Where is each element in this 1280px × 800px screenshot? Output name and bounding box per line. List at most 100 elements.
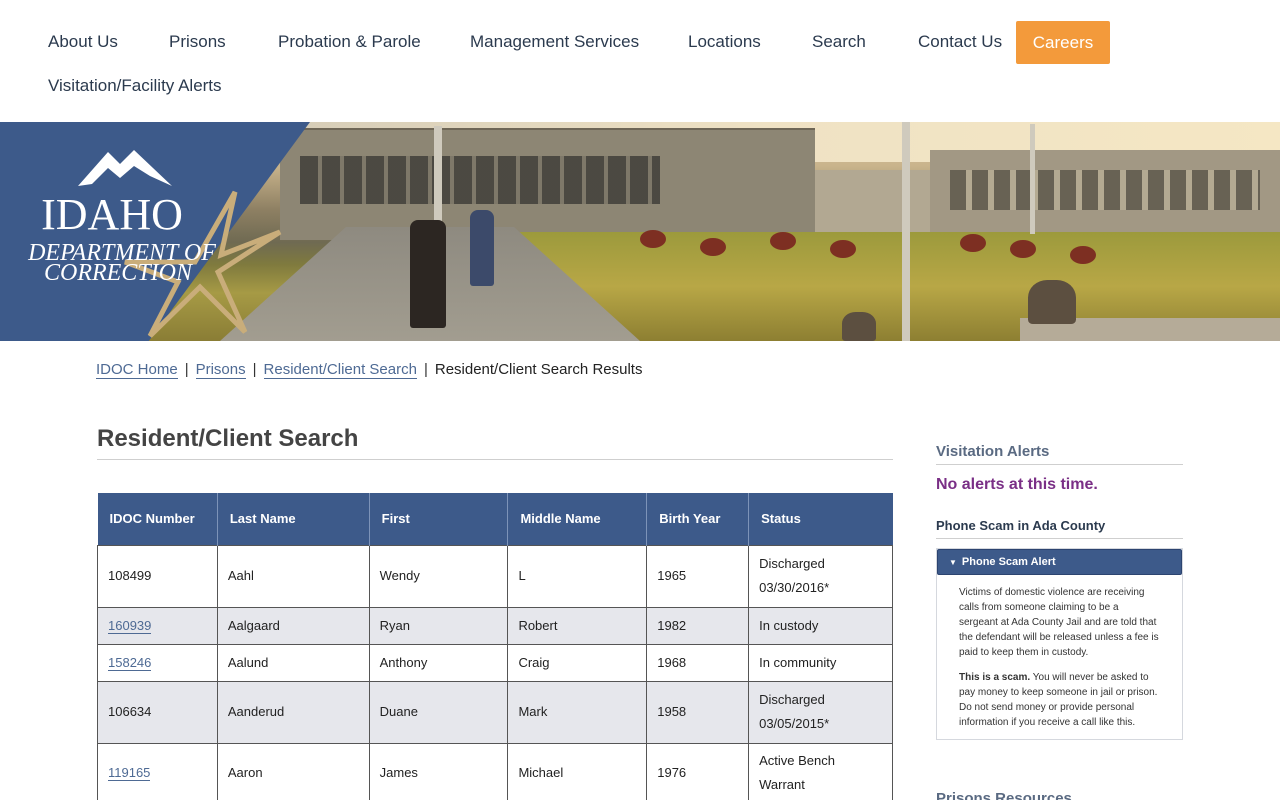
cell-last-name: Aahl	[216, 544, 370, 608]
banner-building-middle	[815, 170, 930, 232]
breadcrumb-search[interactable]: Resident/Client Search	[263, 361, 417, 379]
banner-shrub	[1010, 240, 1036, 258]
cell-last-name: Aanderud	[216, 680, 370, 744]
cell-idoc: 108499	[97, 544, 218, 608]
column-header-birth-year[interactable]: Birth Year	[646, 493, 750, 545]
banner-person	[410, 220, 446, 328]
cell-first-name: Wendy	[368, 544, 509, 608]
cell-first-name: James	[368, 742, 509, 800]
nav-locations[interactable]: Locations	[688, 32, 761, 52]
column-header-middle-name[interactable]: Middle Name	[507, 493, 648, 545]
table-row: 108499 Aahl Wendy L 1965 Discharged 03/30…	[97, 544, 893, 608]
banner-person	[470, 210, 494, 286]
idoc-link[interactable]: 160939	[108, 617, 152, 634]
table-row: 158246 Aalund Anthony Craig 1968 In comm…	[97, 643, 893, 682]
phone-scam-heading: Phone Scam in Ada County	[936, 518, 1183, 539]
careers-button[interactable]: Careers	[1016, 21, 1110, 64]
breadcrumb-separator: |	[184, 361, 189, 378]
banner-shrub	[830, 240, 856, 258]
prisons-resources-heading: Prisons Resources	[936, 790, 1072, 800]
cell-middle-name: Mark	[507, 680, 648, 744]
column-header-first[interactable]: First	[369, 493, 509, 545]
banner-shrub	[640, 230, 666, 248]
table-row: 106634 Aanderud Duane Mark 1958 Discharg…	[97, 680, 893, 744]
phone-scam-content: Victims of domestic violence are receivi…	[937, 575, 1182, 730]
breadcrumb-separator: |	[423, 361, 428, 378]
page-title: Resident/Client Search	[97, 425, 893, 460]
nav-search[interactable]: Search	[812, 32, 866, 52]
visitation-alerts-heading: Visitation Alerts	[936, 443, 1183, 465]
idoc-link[interactable]: 119165	[108, 765, 151, 781]
cell-middle-name: L	[507, 544, 648, 608]
mountain-icon	[78, 150, 172, 186]
column-header-last-name[interactable]: Last Name	[217, 493, 370, 545]
status-line: Active Bench	[759, 753, 835, 768]
breadcrumb-prisons[interactable]: Prisons	[195, 361, 246, 379]
no-alerts-message: No alerts at this time.	[936, 476, 1098, 493]
status-line: 03/05/2015*	[759, 716, 830, 731]
status-line: Discharged	[759, 692, 825, 707]
idoc-link[interactable]: 158246	[108, 654, 152, 671]
cell-status: In custody	[748, 606, 893, 645]
banner-light-pole	[902, 122, 910, 341]
table-row: 160939 Aalgaard Ryan Robert 1982 In cust…	[97, 606, 893, 645]
table-header-row: IDOC Number Last Name First Middle Name …	[97, 493, 893, 545]
banner-shrub	[1070, 246, 1096, 264]
phone-scam-toggle-label: Phone Scam Alert	[961, 556, 1056, 568]
scam-warning-bold: This is a scam.	[959, 672, 1031, 683]
cell-first-name: Anthony	[368, 643, 509, 682]
cell-birth-year: 1958	[646, 680, 750, 744]
status-line: 03/30/2016*	[759, 580, 830, 595]
cell-middle-name: Michael	[507, 742, 648, 800]
idoc-logo: IDAHO DEPARTMENT OF CORRECTION	[27, 150, 282, 338]
cell-idoc: 106634	[97, 680, 218, 744]
banner-rock	[1028, 280, 1076, 324]
breadcrumb-current: Resident/Client Search Results	[434, 361, 643, 378]
banner-shrub	[700, 238, 726, 256]
nav-visitation-alerts[interactable]: Visitation/Facility Alerts	[48, 76, 222, 96]
cell-idoc: 160939	[97, 606, 218, 645]
cell-status: Discharged 03/05/2015*	[748, 680, 893, 744]
nav-probation-parole[interactable]: Probation & Parole	[278, 32, 421, 52]
cell-first-name: Ryan	[368, 606, 509, 645]
banner-shrub	[960, 234, 986, 252]
cell-middle-name: Craig	[507, 643, 648, 682]
cell-birth-year: 1976	[646, 742, 750, 800]
nav-management-services[interactable]: Management Services	[470, 32, 639, 52]
breadcrumb-separator: |	[252, 361, 257, 378]
column-header-status[interactable]: Status	[748, 493, 893, 545]
cell-birth-year: 1968	[646, 643, 750, 682]
breadcrumb-home[interactable]: IDOC Home	[96, 361, 178, 379]
cell-status: Discharged 03/30/2016*	[748, 544, 893, 608]
cell-status: In community	[748, 643, 893, 682]
status-line: Warrant	[759, 777, 805, 792]
cell-idoc: 158246	[97, 643, 218, 682]
column-header-idoc[interactable]: IDOC Number	[97, 493, 218, 545]
cell-last-name: Aaron	[216, 742, 370, 800]
logo-idaho-text: IDAHO	[41, 190, 183, 239]
nav-contact-us[interactable]: Contact Us	[918, 32, 1002, 52]
phone-scam-paragraph: This is a scam. You will never be asked …	[959, 670, 1160, 730]
cell-middle-name: Robert	[507, 606, 648, 645]
cell-birth-year: 1982	[646, 606, 750, 645]
triangle-down-icon: ▼	[949, 557, 957, 567]
nav-prisons[interactable]: Prisons	[169, 32, 226, 52]
cell-last-name: Aalgaard	[216, 606, 370, 645]
banner-rock	[842, 312, 876, 341]
phone-scam-toggle[interactable]: ▼ Phone Scam Alert	[937, 549, 1182, 575]
cell-birth-year: 1965	[646, 544, 750, 608]
phone-scam-accordion: ▼ Phone Scam Alert Victims of domestic v…	[936, 548, 1183, 740]
cell-status: Active Bench Warrant	[748, 742, 893, 800]
banner-windows-right	[950, 170, 1260, 210]
cell-first-name: Duane	[368, 680, 509, 744]
banner-windows	[300, 156, 660, 204]
cell-idoc: 119165	[97, 742, 218, 800]
banner-light-pole	[1030, 124, 1035, 234]
logo-correction-text: CORRECTION	[44, 260, 194, 286]
breadcrumb: IDOC Home | Prisons | Resident/Client Search…	[96, 361, 643, 379]
nav-about-us[interactable]: About Us	[48, 32, 118, 52]
banner-shrub	[770, 232, 796, 250]
table-row: 119165 Aaron James Michael 1976 Active B…	[97, 742, 893, 800]
results-table: IDOC Number Last Name First Middle Name …	[97, 493, 893, 800]
status-line: Discharged	[759, 556, 825, 571]
